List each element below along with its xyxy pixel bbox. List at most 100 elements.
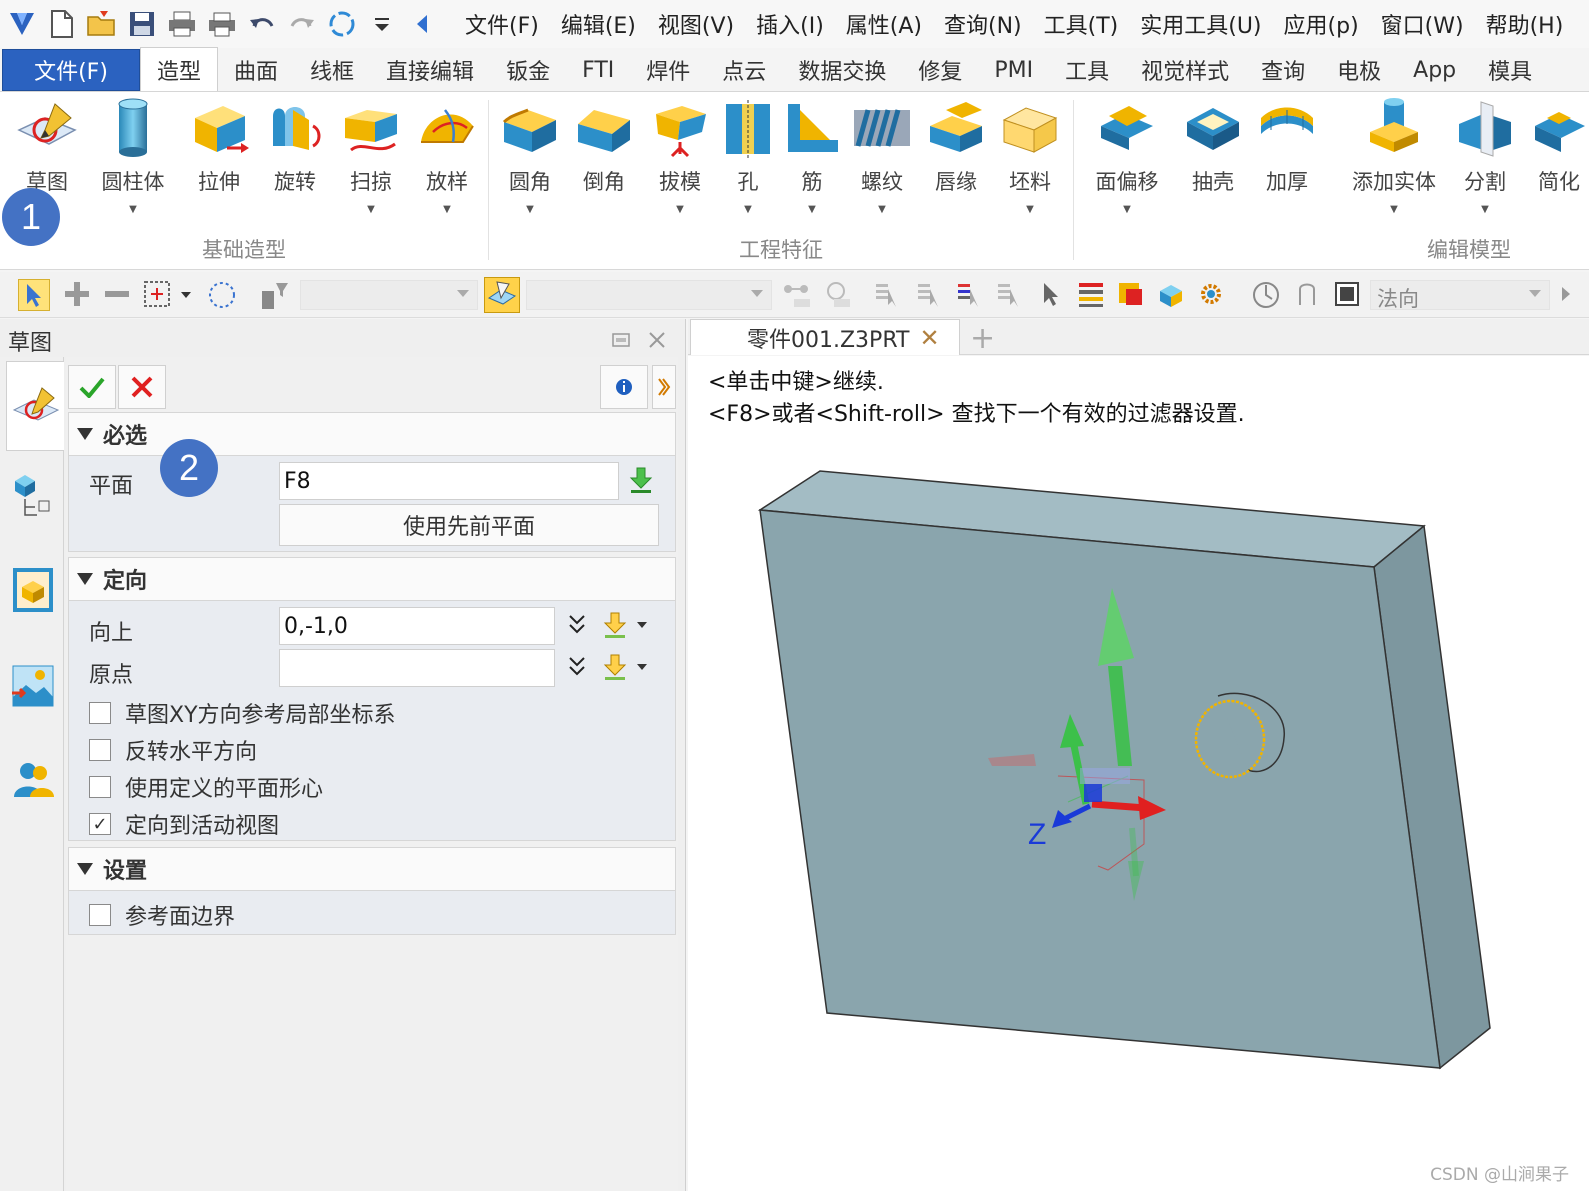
face-offset-dropdown-icon[interactable]: ▼ xyxy=(1123,204,1131,215)
tab-mold[interactable]: 模具 xyxy=(1472,49,1548,91)
pick-point-icon[interactable] xyxy=(872,279,904,311)
up-vector-input[interactable]: 0,-1,0 xyxy=(279,607,555,645)
plane-input[interactable]: F8 xyxy=(279,462,619,500)
expand-panel-button[interactable] xyxy=(652,365,676,409)
cursor-icon[interactable] xyxy=(1036,279,1068,311)
toolbar-overflow-icon[interactable] xyxy=(1556,279,1576,311)
checkbox-checked[interactable]: ✓ xyxy=(89,813,111,835)
side-tab-users[interactable] xyxy=(6,753,60,807)
rib-dropdown-icon[interactable]: ▼ xyxy=(808,204,816,215)
new-tab-icon[interactable]: + xyxy=(970,321,995,356)
side-tab-history[interactable] xyxy=(6,469,60,523)
lasso-select-icon[interactable] xyxy=(206,279,238,311)
thread-button[interactable]: 螺纹 ▼ xyxy=(845,96,919,215)
tab-electrode[interactable]: 电极 xyxy=(1321,49,1397,91)
app-logo-icon[interactable] xyxy=(6,8,38,40)
menu-utilities[interactable]: 实用工具(U) xyxy=(1129,8,1272,40)
orientation-section-header[interactable]: 定向 xyxy=(68,557,676,601)
draft-button[interactable]: 拔模 ▼ xyxy=(643,96,717,215)
document-tab[interactable]: 零件001.Z3PRT ✕ xyxy=(690,319,960,355)
pick-face-icon[interactable] xyxy=(954,279,986,311)
collapse-arrow-icon[interactable] xyxy=(406,8,438,40)
tab-visual-style[interactable]: 视觉样式 xyxy=(1125,49,1245,91)
filter-combo[interactable] xyxy=(300,280,478,310)
graphics-viewport[interactable]: <单击中键>继续. <F8>或者<Shift-roll> 查找下一个有效的过滤器… xyxy=(688,356,1589,1191)
stock-dropdown-icon[interactable]: ▼ xyxy=(1026,204,1034,215)
tab-direct-edit[interactable]: 直接编辑 xyxy=(370,49,490,91)
menu-help[interactable]: 帮助(H) xyxy=(1475,8,1575,40)
menu-attributes[interactable]: 属性(A) xyxy=(835,8,933,40)
origin-options-chevron-icon[interactable] xyxy=(563,653,591,681)
x-axis[interactable] xyxy=(1091,800,1147,812)
shell-button[interactable]: 抽壳 xyxy=(1176,96,1250,196)
menu-window[interactable]: 窗口(W) xyxy=(1370,8,1475,40)
fillet-button[interactable]: 圆角 ▼ xyxy=(493,96,567,215)
ref-point-icon[interactable] xyxy=(780,279,812,311)
rotate-view-icon[interactable] xyxy=(1250,279,1282,311)
box-select-icon[interactable] xyxy=(142,279,174,311)
material-icon[interactable] xyxy=(1156,279,1188,311)
tab-point-cloud[interactable]: 点云 xyxy=(706,49,782,91)
checkbox-box[interactable] xyxy=(89,702,111,724)
sweep-dropdown-icon[interactable]: ▼ xyxy=(367,204,375,215)
split-dropdown-icon[interactable]: ▼ xyxy=(1481,204,1489,215)
ok-button[interactable] xyxy=(68,365,116,409)
magnet-icon[interactable] xyxy=(1292,279,1324,311)
menu-apps[interactable]: 应用(p) xyxy=(1273,8,1370,40)
settings-gear-icon[interactable] xyxy=(1196,279,1228,311)
thicken-button[interactable]: 加厚 xyxy=(1250,96,1324,196)
pick-shape-icon[interactable] xyxy=(994,279,1026,311)
chamfer-button[interactable]: 倒角 xyxy=(567,96,641,196)
hole-dropdown-icon[interactable]: ▼ xyxy=(744,204,752,215)
file-tab[interactable]: 文件(F) xyxy=(2,49,140,91)
select-mode-dropdown-icon[interactable] xyxy=(178,279,194,311)
up-options-chevron-icon[interactable] xyxy=(563,611,591,639)
redo-icon[interactable] xyxy=(286,8,318,40)
tab-wireframe[interactable]: 线框 xyxy=(294,49,370,91)
tab-fti[interactable]: FTI xyxy=(566,49,630,91)
save-icon[interactable] xyxy=(126,8,158,40)
tab-app[interactable]: App xyxy=(1397,49,1472,91)
menu-file[interactable]: 文件(F) xyxy=(454,8,550,40)
sweep-button[interactable]: 扫掠 ▼ xyxy=(334,96,408,215)
menu-insert[interactable]: 插入(I) xyxy=(745,8,835,40)
menu-inquire[interactable]: 查询(N) xyxy=(933,8,1033,40)
tab-pmi[interactable]: PMI xyxy=(978,49,1049,91)
layer-list-icon[interactable] xyxy=(1076,279,1108,311)
menu-edit[interactable]: 编辑(E) xyxy=(550,8,647,40)
view-orientation-combo[interactable]: 法向 xyxy=(1370,280,1550,311)
tab-modeling[interactable]: 造型 xyxy=(140,47,219,91)
pick-plane-icon[interactable] xyxy=(627,466,655,494)
sketch-mode-icon[interactable] xyxy=(484,277,520,313)
lip-button[interactable]: 唇缘 xyxy=(919,96,993,196)
up-dropdown-icon[interactable] xyxy=(633,611,651,639)
revolve-button[interactable]: 旋转 xyxy=(258,96,332,196)
checkbox-box[interactable] xyxy=(89,904,111,926)
close-panel-icon[interactable] xyxy=(646,329,668,351)
remove-selection-icon[interactable] xyxy=(102,279,134,311)
add-selection-icon[interactable] xyxy=(62,279,94,311)
tab-data-exchange[interactable]: 数据交换 xyxy=(782,49,902,91)
rib-button[interactable]: 筋 ▼ xyxy=(775,96,849,215)
checkbox-reference-boundary[interactable]: 参考面边界 xyxy=(89,899,235,931)
side-tab-sketch[interactable] xyxy=(6,361,64,451)
checkbox-plane-centroid[interactable]: 使用定义的平面形心 xyxy=(89,771,323,803)
cylinder-dropdown-icon[interactable]: ▼ xyxy=(129,204,137,215)
restore-panel-icon[interactable] xyxy=(610,329,632,351)
checkbox-box[interactable] xyxy=(89,739,111,761)
checkbox-orient-active-view[interactable]: ✓ 定向到活动视图 xyxy=(89,808,279,840)
loft-dropdown-icon[interactable]: ▼ xyxy=(443,204,451,215)
thread-dropdown-icon[interactable]: ▼ xyxy=(878,204,886,215)
tab-weldment[interactable]: 焊件 xyxy=(630,49,706,91)
pick-icon[interactable] xyxy=(18,279,50,311)
pick-up-vector-icon[interactable] xyxy=(601,611,629,639)
pick-origin-icon[interactable] xyxy=(601,653,629,681)
tab-inquire[interactable]: 查询 xyxy=(1245,49,1321,91)
component-icon[interactable] xyxy=(1116,279,1148,311)
simplify-button[interactable]: 简化 xyxy=(1522,96,1589,196)
stock-button[interactable]: 坯料 ▼ xyxy=(993,96,1067,215)
new-file-icon[interactable] xyxy=(46,8,78,40)
split-button[interactable]: 分割 ▼ xyxy=(1448,96,1522,215)
ref-plane-icon[interactable] xyxy=(820,279,852,311)
checkbox-local-csys[interactable]: 草图XY方向参考局部坐标系 xyxy=(89,697,396,729)
